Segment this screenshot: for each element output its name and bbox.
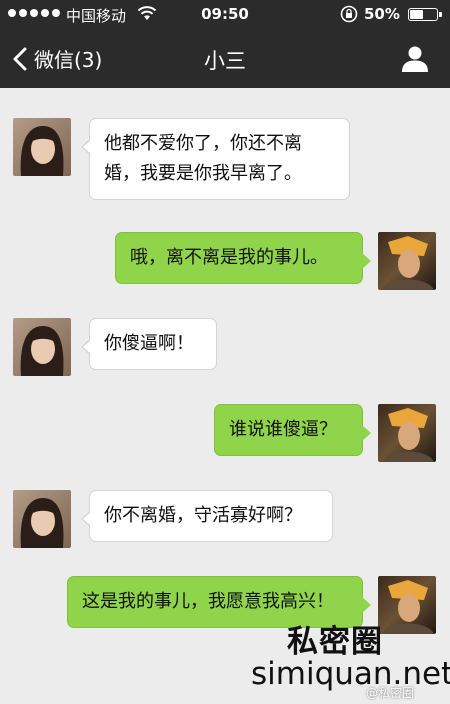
message-bubble-outgoing: 谁说谁傻逼？ [214, 404, 371, 456]
chat-area[interactable]: 他都不爱你了，你还不离婚，我要是你我早离了。 哦，离不离是我的事儿。 你傻逼啊！… [0, 88, 450, 704]
contact-avatar[interactable] [13, 118, 71, 176]
watermark-weibo: @私密圈 [366, 686, 415, 700]
rotation-lock-icon [340, 5, 358, 23]
my-avatar[interactable] [378, 232, 436, 290]
status-bar: 中国移动 09:50 50% [0, 0, 450, 30]
my-avatar[interactable] [378, 404, 436, 462]
contact-avatar[interactable] [13, 318, 71, 376]
message-bubble-incoming: 你傻逼啊！ [81, 318, 217, 370]
battery-percent: 50% [364, 5, 400, 23]
nav-bar: 微信(3) 小三 [0, 30, 450, 88]
message-bubble-outgoing: 哦，离不离是我的事儿。 [115, 232, 371, 284]
message-bubble-incoming: 你不离婚，守活寡好啊？ [81, 490, 333, 542]
my-avatar[interactable] [378, 576, 436, 634]
contact-avatar[interactable] [13, 490, 71, 548]
watermark-url: simiquan.net [251, 656, 450, 692]
battery-icon [408, 8, 442, 21]
person-icon[interactable] [400, 44, 430, 74]
chat-title: 小三 [204, 49, 246, 73]
watermark-title: 私密圈 [287, 624, 383, 660]
message-bubble-incoming: 他都不爱你了，你还不离婚，我要是你我早离了。 [81, 118, 350, 200]
